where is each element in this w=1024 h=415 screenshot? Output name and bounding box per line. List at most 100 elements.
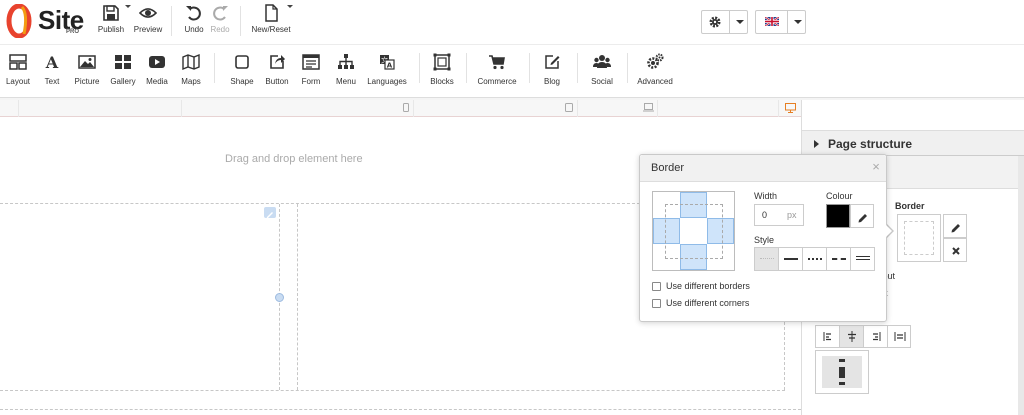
edit-border-button[interactable] [943, 214, 967, 238]
align-justify-button[interactable] [888, 326, 912, 347]
element-text-label: Text [44, 77, 60, 86]
colour-label: Colour [826, 191, 853, 201]
undo-button[interactable]: Undo [182, 4, 206, 40]
preview-label: Preview [133, 25, 163, 34]
pencil-icon [858, 214, 867, 223]
undo-icon [186, 6, 201, 21]
border-left-side[interactable] [653, 218, 680, 244]
use-different-corners-checkbox[interactable] [652, 299, 661, 308]
new-reset-caret-icon[interactable] [287, 5, 293, 8]
element-shape-label: Shape [230, 77, 254, 86]
drop-zone-hint: Drag and drop element here [225, 153, 363, 165]
svg-text:A: A [387, 62, 393, 70]
border-bottom-side[interactable] [680, 244, 707, 270]
style-double-button[interactable] [851, 248, 875, 270]
redo-button[interactable]: Redo [208, 4, 232, 40]
corner-bottom-left[interactable] [653, 244, 680, 270]
colour-picker-button[interactable] [850, 204, 874, 228]
column-resize-handle[interactable] [275, 293, 284, 302]
element-advanced-button[interactable]: Advanced [636, 53, 674, 93]
border-popup-title: Border [651, 162, 685, 174]
element-languages-button[interactable]: 文A Languages [366, 53, 408, 93]
style-dotted-button[interactable] [803, 248, 827, 270]
element-blocks-button[interactable]: Blocks [428, 53, 456, 93]
vertical-align-preview[interactable] [815, 350, 869, 394]
element-blog-label: Blog [543, 77, 560, 86]
use-different-borders-checkbox[interactable] [652, 282, 661, 291]
element-social-button[interactable]: Social [588, 53, 616, 93]
clear-border-button[interactable] [943, 238, 967, 262]
align-right-button[interactable] [864, 326, 888, 347]
element-blog-button[interactable]: Blog [540, 53, 564, 93]
element-form-button[interactable]: Form [298, 53, 324, 93]
border-top-side[interactable] [680, 192, 707, 218]
element-maps-button[interactable]: Maps [178, 53, 204, 93]
undo-label: Undo [184, 25, 204, 34]
element-commerce-button[interactable]: Commerce [476, 53, 518, 93]
close-icon[interactable]: × [870, 159, 882, 175]
style-dotted-icon [808, 258, 822, 260]
border-center [680, 218, 707, 244]
element-gallery-button[interactable]: Gallery [108, 53, 138, 93]
corner-top-left[interactable] [653, 192, 680, 218]
horizontal-align-group [815, 325, 911, 348]
border-colour-swatch[interactable] [826, 204, 850, 228]
preview-button[interactable]: Preview [133, 4, 163, 40]
blog-icon [545, 55, 560, 69]
publish-button[interactable]: Publish [97, 4, 131, 40]
element-blocks-label: Blocks [430, 77, 454, 86]
page-structure-header[interactable]: Page structure [802, 130, 1024, 156]
redo-icon [213, 6, 228, 21]
element-picture-button[interactable]: Picture [72, 53, 102, 93]
element-text-button[interactable]: A Text [40, 53, 64, 93]
gears-icon [647, 53, 664, 69]
element-layout-button[interactable]: Layout [4, 53, 32, 93]
corner-top-right[interactable] [707, 192, 734, 218]
border-right-side[interactable] [707, 218, 734, 244]
toolbar-divider [240, 6, 241, 36]
align-center-icon [848, 331, 856, 342]
phone-breakpoint-icon[interactable] [403, 103, 409, 112]
settings-chevron-down-icon[interactable] [736, 20, 744, 24]
style-solid-button[interactable] [779, 248, 803, 270]
layout-icon [9, 54, 27, 70]
element-button-label: Button [265, 77, 289, 86]
panel-scrollbar[interactable] [1018, 156, 1024, 415]
style-double-icon [856, 256, 870, 260]
vertical-align-icon [839, 359, 845, 385]
tablet-breakpoint-icon[interactable] [565, 103, 573, 112]
eye-icon [139, 8, 157, 18]
element-shape-button[interactable]: Shape [228, 53, 256, 93]
new-reset-button[interactable]: New/Reset [250, 4, 293, 40]
logo-subtext: PRO [66, 29, 80, 35]
style-dashed-button[interactable] [827, 248, 851, 270]
align-center-button[interactable] [840, 326, 864, 347]
publish-label: Publish [97, 25, 125, 34]
style-dashed-icon [832, 258, 846, 260]
settings-button[interactable] [702, 11, 728, 33]
settings-dropdown[interactable] [701, 10, 748, 34]
laptop-breakpoint-icon[interactable] [643, 103, 654, 112]
new-page-icon [265, 4, 278, 22]
style-none-button[interactable] [755, 248, 779, 270]
element-media-button[interactable]: Media [144, 53, 170, 93]
border-preview[interactable] [897, 214, 941, 262]
corner-bottom-right[interactable] [707, 244, 734, 270]
gallery-icon [115, 55, 131, 69]
element-menu-button[interactable]: Menu [332, 53, 360, 93]
language-chevron-down-icon[interactable] [794, 20, 802, 24]
desktop-breakpoint-icon[interactable] [785, 103, 796, 113]
save-icon [103, 5, 119, 21]
column-edit-icon[interactable] [264, 207, 276, 219]
language-button[interactable] [756, 11, 786, 33]
element-social-label: Social [591, 77, 613, 86]
site-pro-logo: Site PRO [6, 2, 96, 38]
element-menu-label: Menu [335, 77, 356, 86]
language-dropdown[interactable] [755, 10, 806, 34]
media-icon [149, 56, 165, 68]
align-left-button[interactable] [816, 326, 840, 347]
publish-caret-icon[interactable] [125, 5, 131, 8]
form-icon [302, 54, 320, 70]
element-button-button[interactable]: Button [262, 53, 292, 93]
menu-icon [338, 54, 354, 69]
